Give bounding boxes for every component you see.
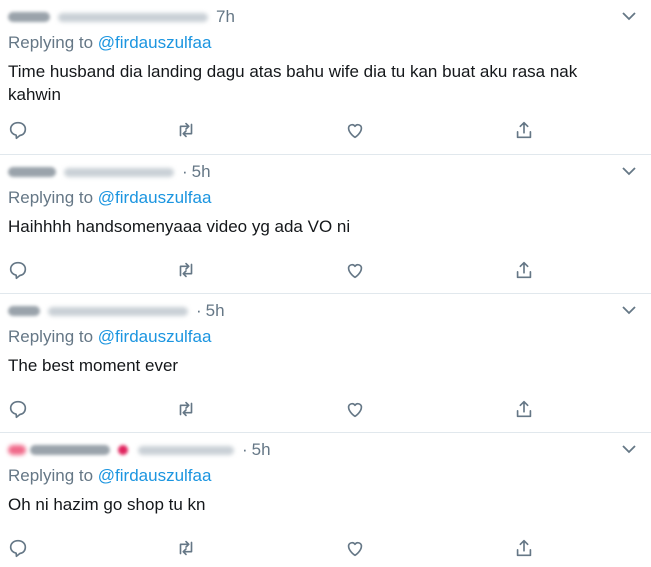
like-button[interactable] [344,119,366,141]
share-icon [516,261,532,279]
reply-button[interactable] [7,259,29,281]
rose-emoji-decoration [118,445,128,455]
blurred-username [64,167,174,177]
tweet[interactable]: · 5h Replying to @firdauszulfaa The best… [0,294,651,433]
tweet-timestamp[interactable]: 5h [252,440,271,460]
reply-button[interactable] [7,119,29,141]
like-button[interactable] [344,259,366,281]
replying-to: Replying to @firdauszulfaa [8,327,211,347]
tweet-actions [0,537,651,559]
tweet-text: Oh ni hazim go shop tu kn [8,495,206,514]
blurred-display-name [8,306,40,316]
tweet-header: · 5h [8,161,211,183]
retweet-button[interactable] [175,119,197,141]
tweet[interactable]: · 5h Replying to @firdauszulfaa Haihhhh … [0,155,651,294]
replying-to: Replying to @firdauszulfaa [8,466,211,486]
chevron-down-icon[interactable] [621,165,637,177]
reply-button[interactable] [7,537,29,559]
reply-icon [9,400,27,419]
retweet-icon [179,122,193,138]
retweet-button[interactable] [175,259,197,281]
emoji-decoration [8,445,26,455]
retweet-icon [179,262,193,278]
share-button[interactable] [513,537,535,559]
reply-to-handle-link[interactable]: @firdauszulfaa [98,33,212,52]
blurred-username [138,445,234,455]
tweet-text: The best moment ever [8,356,179,375]
retweet-icon [179,540,193,556]
tweet-actions [0,119,651,141]
blurred-display-name [8,167,56,177]
like-icon [347,541,363,557]
share-button[interactable] [513,119,535,141]
replying-to-label: Replying to [8,188,94,207]
share-icon [516,400,532,418]
like-icon [347,263,363,279]
share-button[interactable] [513,259,535,281]
reply-to-handle-link[interactable]: @firdauszulfaa [98,466,212,485]
replying-to: Replying to @firdauszulfaa [8,33,211,53]
tweet-text: Haihhhh handsomenyaaa video yg ada VO ni [8,217,351,236]
like-button[interactable] [344,398,366,420]
share-icon [516,539,532,557]
reply-icon [9,121,27,140]
blurred-display-name [30,445,110,455]
replying-to: Replying to @firdauszulfaa [8,188,211,208]
chevron-down-icon[interactable] [621,10,637,22]
tweet-actions [0,398,651,420]
retweet-button[interactable] [175,537,197,559]
tweet-actions [0,259,651,281]
like-icon [347,123,363,139]
share-icon [516,121,532,139]
reply-to-handle-link[interactable]: @firdauszulfaa [98,327,212,346]
share-button[interactable] [513,398,535,420]
tweet-header: · 5h [8,439,271,461]
tweet-timestamp[interactable]: 5h [206,301,225,321]
blurred-username [58,12,208,22]
tweet-timestamp[interactable]: 7h [216,7,235,27]
reply-to-handle-link[interactable]: @firdauszulfaa [98,188,212,207]
like-button[interactable] [344,537,366,559]
tweet-timestamp[interactable]: 5h [192,162,211,182]
replying-to-label: Replying to [8,466,94,485]
tweet[interactable]: 7h Replying to @firdauszulfaa Time husba… [0,0,651,155]
chevron-down-icon[interactable] [621,443,637,455]
reply-button[interactable] [7,398,29,420]
replying-to-label: Replying to [8,33,94,52]
retweet-button[interactable] [175,398,197,420]
reply-icon [9,539,27,558]
like-icon [347,402,363,418]
retweet-icon [179,401,193,417]
tweet-text: Time husband dia landing dagu atas bahu … [8,62,578,104]
chevron-down-icon[interactable] [621,304,637,316]
blurred-display-name [8,12,50,22]
tweet-header: 7h [8,6,235,28]
tweet[interactable]: · 5h Replying to @firdauszulfaa Oh ni ha… [0,433,651,567]
blurred-username [48,306,188,316]
tweet-header: · 5h [8,300,225,322]
replying-to-label: Replying to [8,327,94,346]
reply-icon [9,261,27,280]
